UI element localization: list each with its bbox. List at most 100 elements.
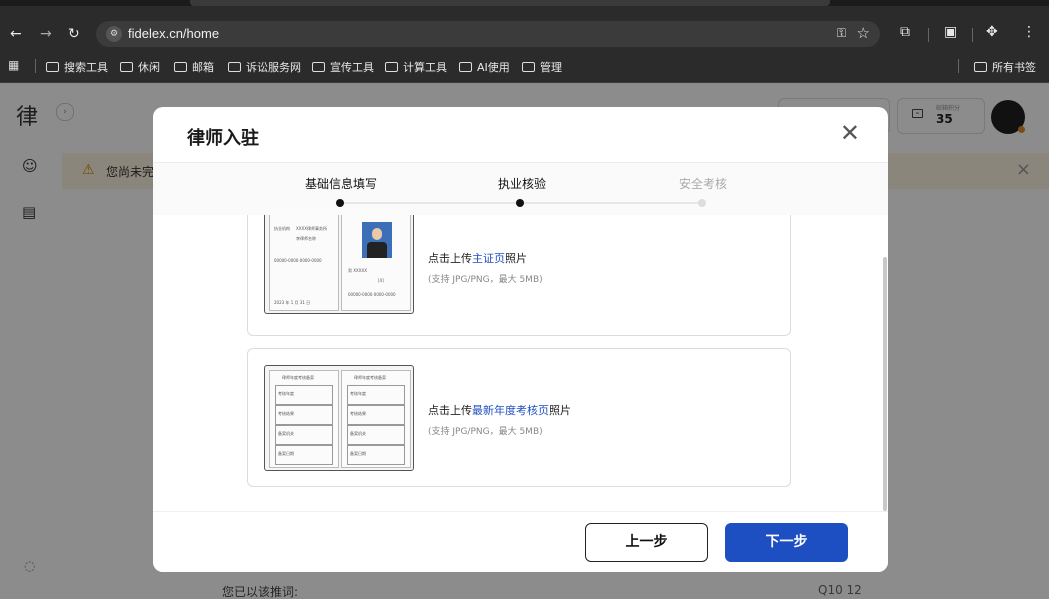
step-label-security: 安全考核 <box>679 177 728 191</box>
password-key-icon[interactable]: ⚿ <box>837 26 846 41</box>
license-left-page: 执业机构 XXXX律师事务所 李律师名称 00000-0000-0000-000… <box>269 215 339 311</box>
bookmark-label: 管理 <box>540 61 562 74</box>
folder-icon <box>522 62 535 72</box>
license-field: XXXX律师事务所 <box>296 226 327 231</box>
annual-row-label: 考核结果 <box>278 411 294 416</box>
bookmark-label: 休闲 <box>138 61 160 74</box>
bookmark-folder[interactable]: 管理 <box>522 59 562 75</box>
bookmark-label: 所有书签 <box>992 61 1036 74</box>
folder-icon <box>46 62 59 72</box>
license-sample-image: 执业机构 XXXX律师事务所 李律师名称 00000-0000-0000-000… <box>264 215 414 314</box>
step-dot-pending <box>698 199 706 207</box>
bookmark-star-icon[interactable]: ☆ <box>857 24 870 42</box>
folder-icon <box>459 62 472 72</box>
license-field: 00000-0000-0000-0000 <box>274 258 322 263</box>
bookmark-folder[interactable]: 搜索工具 <box>46 59 108 75</box>
folder-icon <box>228 62 241 72</box>
prompt-prefix: 点击上传 <box>428 252 472 265</box>
upload-hint: (支持 JPG/PNG，最大 5MB) <box>428 275 543 285</box>
address-bar[interactable]: ⚙ fidelex.cn/home ⚿ ☆ <box>96 21 880 47</box>
next-step-button[interactable]: 下一步 <box>725 523 848 562</box>
upload-card-annual-review[interactable]: 律师年度考核备案 考核年度 考核结果 备案机关 备案日期 律师年度考核备案 考核… <box>247 348 791 487</box>
site-info-icon[interactable]: ⚙ <box>106 26 122 42</box>
menu-kebab-icon[interactable]: ⋮ <box>1022 24 1036 40</box>
extensions-icon[interactable]: ⧉ <box>900 24 910 40</box>
folder-icon <box>120 62 133 72</box>
profile-icon[interactable]: ✥ <box>986 24 998 40</box>
step-connector <box>524 202 702 204</box>
bookmark-label: AI使用 <box>477 61 510 74</box>
license-field: 李律师名称 <box>296 236 316 241</box>
toolbar-divider <box>972 28 973 42</box>
tab-strip <box>0 0 1049 6</box>
folder-icon <box>974 62 987 72</box>
annual-title: 律师年度考核备案 <box>354 375 386 380</box>
annual-row-label: 备案机关 <box>350 431 366 436</box>
annual-title: 律师年度考核备案 <box>282 375 314 380</box>
bookmark-label: 计算工具 <box>403 61 447 74</box>
upload-hint: (支持 JPG/PNG，最大 5MB) <box>428 427 543 437</box>
folder-icon <box>385 62 398 72</box>
bookmark-label: 诉讼服务网 <box>246 61 301 74</box>
annual-right-page: 律师年度考核备案 考核年度 考核结果 备案机关 备案日期 <box>341 370 411 468</box>
annual-row-label: 备案日期 <box>278 451 294 456</box>
bookmark-folder[interactable]: 诉讼服务网 <box>228 59 301 75</box>
upload-prompt[interactable]: 点击上传主证页照片 <box>428 250 527 266</box>
license-right-page: 男 XXXXX [4] 00000-0000-0000-0000 <box>341 215 411 311</box>
annual-row-label: 考核结果 <box>350 411 366 416</box>
prompt-prefix: 点击上传 <box>428 404 472 417</box>
step-connector <box>344 202 520 204</box>
license-field: 男 XXXXX <box>348 268 367 273</box>
annual-row-label: 考核年度 <box>278 391 294 396</box>
bookmark-label: 搜索工具 <box>64 61 108 74</box>
photo-head <box>372 228 382 240</box>
annual-review-sample-image: 律师年度考核备案 考核年度 考核结果 备案机关 备案日期 律师年度考核备案 考核… <box>264 365 414 471</box>
reload-icon[interactable]: ↻ <box>68 26 80 42</box>
prompt-highlight: 主证页 <box>472 252 505 265</box>
active-tab[interactable] <box>190 0 830 6</box>
bookmark-folder[interactable]: AI使用 <box>459 59 510 75</box>
stepper: 基础信息填写 执业核验 安全考核 <box>153 163 888 215</box>
license-field: 执业机构 <box>274 226 290 231</box>
modal-scroll-content[interactable]: 执业机构 XXXX律师事务所 李律师名称 00000-0000-0000-000… <box>153 215 888 511</box>
lawyer-onboarding-modal: 律师入驻 ✕ 基础信息填写 执业核验 安全考核 执业机构 XXXX律师事务所 李… <box>153 107 888 572</box>
upload-card-license[interactable]: 执业机构 XXXX律师事务所 李律师名称 00000-0000-0000-000… <box>247 215 791 336</box>
all-bookmarks-folder[interactable]: 所有书签 <box>974 59 1036 75</box>
annual-row-label: 考核年度 <box>350 391 366 396</box>
step-label-verification: 执业核验 <box>498 177 547 191</box>
bookmark-folder[interactable]: 计算工具 <box>385 59 447 75</box>
photo-body <box>367 242 387 258</box>
prompt-suffix: 照片 <box>505 252 527 265</box>
forward-icon[interactable]: → <box>40 26 52 42</box>
back-icon[interactable]: ← <box>10 26 22 42</box>
bookmark-folder[interactable]: 邮箱 <box>174 59 214 75</box>
bookmarks-divider <box>958 59 959 73</box>
apps-grid-icon[interactable]: ▦ <box>8 58 19 72</box>
toolbar-divider <box>928 28 929 42</box>
license-field: [4] <box>378 278 384 283</box>
bookmarks-bar: ▦ 搜索工具 休闲 邮箱 诉讼服务网 宣传工具 计算工具 AI使用 管理 所有书… <box>0 50 1049 83</box>
close-icon[interactable]: ✕ <box>840 119 860 147</box>
annual-left-page: 律师年度考核备案 考核年度 考核结果 备案机关 备案日期 <box>269 370 339 468</box>
bookmark-folder[interactable]: 宣传工具 <box>312 59 374 75</box>
bookmark-label: 邮箱 <box>192 61 214 74</box>
bookmark-label: 宣传工具 <box>330 61 374 74</box>
folder-icon <box>312 62 325 72</box>
license-field: 00000-0000-0000-0000 <box>348 292 396 297</box>
modal-title: 律师入驻 <box>187 128 259 149</box>
prompt-suffix: 照片 <box>549 404 571 417</box>
annual-row-label: 备案机关 <box>278 431 294 436</box>
prev-step-button[interactable]: 上一步 <box>585 523 708 562</box>
license-field: 2023 年 1 月 31 日 <box>274 300 311 305</box>
bookmark-folder[interactable]: 休闲 <box>120 59 160 75</box>
modal-footer: 上一步 下一步 <box>153 511 888 572</box>
prompt-highlight: 最新年度考核页 <box>472 404 549 417</box>
side-panel-icon[interactable]: ▣ <box>944 24 957 40</box>
upload-prompt[interactable]: 点击上传最新年度考核页照片 <box>428 402 571 418</box>
step-label-basic-info: 基础信息填写 <box>305 177 378 191</box>
lawyer-photo <box>362 222 392 258</box>
scrollbar[interactable] <box>883 257 887 511</box>
url-text[interactable]: fidelex.cn/home <box>128 26 219 41</box>
step-dot-active <box>516 199 524 207</box>
browser-toolbar: ← → ↻ ⚙ fidelex.cn/home ⚿ ☆ ⧉ ▣ ✥ ⋮ <box>0 0 1049 50</box>
